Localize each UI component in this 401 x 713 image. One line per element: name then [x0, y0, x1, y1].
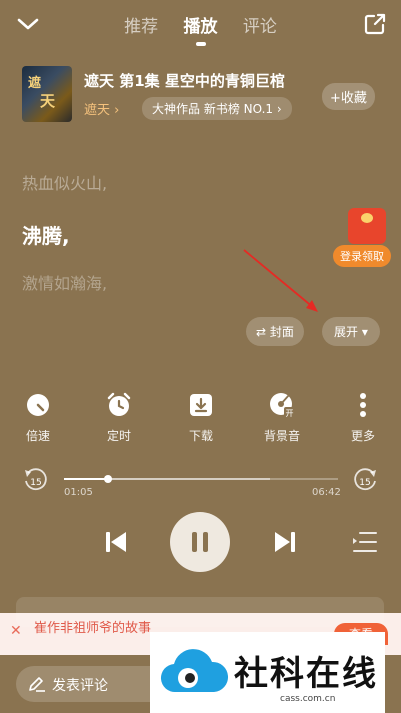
progress-knob[interactable] — [104, 475, 113, 483]
login-reward-button[interactable]: 登录领取 — [333, 245, 391, 267]
share-icon[interactable] — [363, 12, 387, 36]
episode-title: 遮天 第1集 星空中的青铜巨棺 — [84, 72, 285, 90]
book-info: 遮 天 遮天 第1集 星空中的青铜巨棺 遮天 › 大神作品 新书榜 NO.1 ›… — [22, 66, 382, 122]
tab-play[interactable]: 播放 — [184, 12, 218, 46]
timer-label: 定时 — [106, 429, 131, 443]
current-time: 01:05 — [64, 487, 93, 498]
swap-icon: ⇄ — [256, 325, 267, 339]
tool-row: 倍速 定时 下载 开 背景音 更多 — [0, 392, 401, 448]
forward-15-label: 15 — [359, 478, 370, 488]
alarm-icon — [107, 392, 131, 416]
expand-button[interactable]: 展开 ▾ — [322, 317, 380, 346]
total-time: 06:42 — [312, 487, 341, 498]
book-link[interactable]: 遮天 › — [84, 99, 119, 118]
progress-area: 15 01:05 06:42 15 — [0, 465, 401, 505]
ranking-badge[interactable]: 大神作品 新书榜 NO.1 › — [142, 97, 292, 120]
background-music-label: 背景音 — [263, 429, 300, 443]
pause-button[interactable] — [170, 512, 230, 572]
top-bar: 推荐 播放 评论 — [0, 0, 401, 50]
timer-button[interactable]: 定时 — [89, 392, 149, 444]
watermark: 社科在线 cass.com.cn — [150, 632, 385, 713]
playlist-icon[interactable] — [352, 530, 378, 554]
red-packet-icon[interactable] — [348, 208, 386, 244]
download-icon — [190, 394, 212, 416]
tab-comments[interactable]: 评论 — [243, 12, 277, 37]
background-music-icon: 开 — [270, 393, 295, 418]
cover-toggle-button[interactable]: ⇄ 封面 — [246, 317, 304, 346]
lyric-line-previous: 热血似火山, — [22, 174, 108, 193]
progress-track[interactable] — [64, 475, 338, 483]
annotation-arrow — [243, 249, 318, 312]
speed-button[interactable]: 倍速 — [8, 392, 68, 444]
watermark-url: cass.com.cn — [280, 694, 336, 704]
cover-toggle-label: 封面 — [269, 325, 294, 339]
cover-text: 遮 — [28, 76, 42, 91]
played-bar — [64, 478, 109, 480]
speed-label: 倍速 — [25, 429, 50, 443]
cover-text: 天 — [40, 92, 56, 110]
watermark-name: 社科在线 — [234, 654, 378, 694]
favorite-button[interactable]: +收藏 — [322, 83, 375, 110]
write-comment-label: 发表评论 — [52, 678, 108, 694]
rewind-15-icon[interactable]: 15 — [22, 467, 48, 493]
forward-15-icon[interactable]: 15 — [353, 467, 379, 493]
book-cover[interactable]: 遮 天 — [22, 66, 72, 122]
download-label: 下载 — [188, 429, 213, 443]
tab-bar: 推荐 播放 评论 — [0, 12, 401, 46]
pen-icon — [29, 677, 45, 692]
lyric-line-current: 沸腾, — [22, 224, 70, 248]
next-track-icon[interactable] — [273, 529, 297, 555]
more-label: 更多 — [350, 429, 375, 443]
speed-icon — [27, 394, 49, 416]
banner-text: 崔作非祖师爷的故事 — [34, 621, 152, 636]
previous-track-icon[interactable] — [104, 529, 128, 555]
download-button[interactable]: 下载 — [171, 392, 231, 444]
svg-text:开: 开 — [286, 409, 294, 418]
more-icon — [360, 393, 366, 417]
tab-recommend[interactable]: 推荐 — [124, 12, 158, 37]
rewind-15-label: 15 — [30, 478, 41, 488]
lyric-line-next: 激情如瀚海, — [22, 274, 108, 293]
more-button[interactable]: 更多 — [333, 392, 393, 444]
close-icon[interactable]: ✕ — [10, 623, 22, 639]
background-music-button[interactable]: 开 背景音 — [252, 392, 312, 444]
cloud-logo-icon — [160, 649, 228, 693]
playback-controls — [0, 512, 401, 574]
